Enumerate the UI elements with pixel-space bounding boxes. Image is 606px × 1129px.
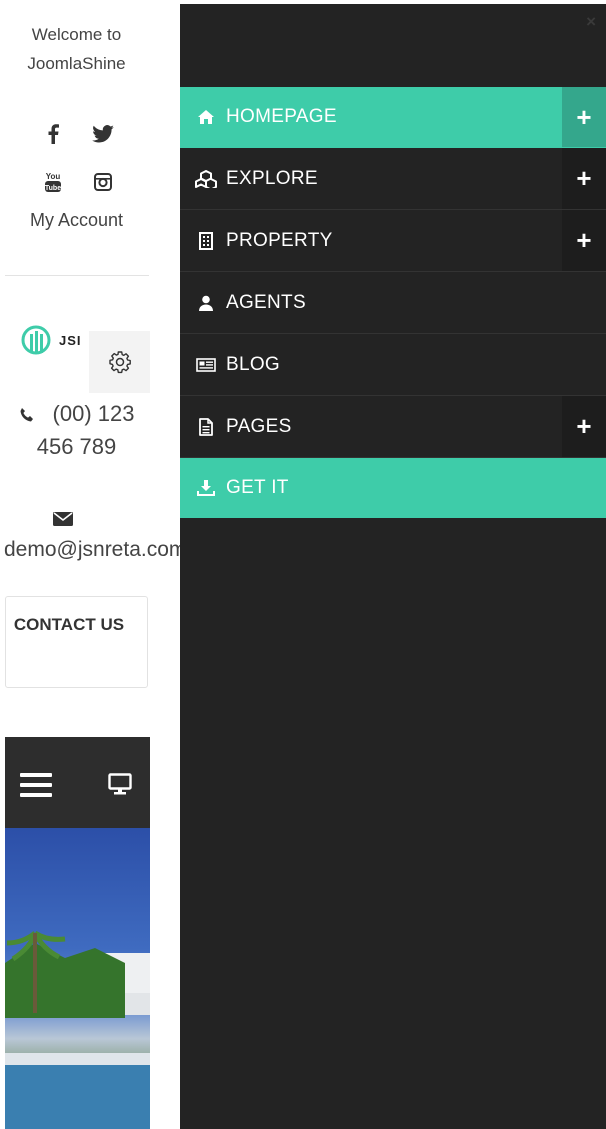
menu-item-explore[interactable]: EXPLORE +: [180, 148, 606, 210]
cubes-icon: [195, 169, 217, 188]
menu-item-label: AGENTS: [226, 291, 306, 313]
menu-item-homepage[interactable]: HOMEPAGE +: [180, 87, 606, 148]
page-left-column: Welcome to JoomlaShine You Tube My Accou…: [0, 0, 180, 1129]
menu-item-agents[interactable]: AGENTS: [180, 272, 606, 334]
newspaper-icon: [195, 357, 217, 372]
menu-item-label: BLOG: [226, 353, 280, 375]
expand-plus-icon[interactable]: +: [562, 210, 606, 271]
menu-item-label: HOMEPAGE: [226, 106, 337, 127]
my-account-link[interactable]: My Account: [4, 206, 149, 234]
menu-item-label: PAGES: [226, 415, 292, 437]
contact-us-label: CONTACT US: [13, 615, 125, 634]
contact-us-button[interactable]: CONTACT US: [5, 596, 148, 688]
menu-item-pages[interactable]: PAGES +: [180, 396, 606, 458]
facebook-icon[interactable]: [39, 120, 67, 148]
home-icon: [195, 110, 217, 124]
file-icon: [195, 417, 217, 436]
expand-plus-icon[interactable]: +: [562, 396, 606, 457]
settings-button[interactable]: [89, 331, 150, 393]
logo-mark-icon: [21, 325, 51, 355]
offcanvas-menu: × HOMEPAGE + EXPLORE + PROPERTY + AGENTS…: [180, 4, 606, 1129]
social-row-2: You Tube: [28, 168, 128, 196]
menu-item-label: PROPERTY: [226, 229, 333, 251]
download-icon: [195, 480, 217, 496]
logo-text: JSI: [59, 332, 82, 348]
twitter-icon[interactable]: [89, 120, 117, 148]
svg-text:You: You: [46, 172, 61, 181]
menu-item-blog[interactable]: BLOG: [180, 334, 606, 396]
site-logo[interactable]: JSI: [19, 323, 99, 357]
hero-image: [5, 828, 150, 1129]
youtube-icon[interactable]: You Tube: [39, 168, 67, 196]
expand-plus-icon[interactable]: +: [562, 87, 606, 147]
menu-item-get-it[interactable]: GET IT: [180, 458, 606, 518]
menu-item-label: EXPLORE: [226, 167, 318, 189]
gear-icon: [108, 351, 131, 374]
close-icon[interactable]: ×: [586, 12, 596, 32]
envelope-icon: [53, 511, 73, 532]
social-row-1: [28, 120, 128, 148]
mobile-navbar: [5, 737, 150, 828]
expand-plus-icon[interactable]: +: [562, 148, 606, 209]
email-link[interactable]: demo@jsnreta.com: [4, 535, 180, 565]
divider: [5, 275, 149, 276]
phone-number: (00) 123 456 789: [4, 398, 149, 462]
hamburger-menu-icon[interactable]: [20, 773, 52, 799]
svg-text:Tube: Tube: [45, 185, 61, 192]
offcanvas-menu-list: HOMEPAGE + EXPLORE + PROPERTY + AGENTS B…: [180, 87, 606, 518]
menu-item-label: GET IT: [226, 477, 289, 498]
instagram-icon[interactable]: [89, 168, 117, 196]
welcome-text: Welcome to JoomlaShine: [27, 25, 126, 73]
menu-item-property[interactable]: PROPERTY +: [180, 210, 606, 272]
phone-text: (00) 123 456 789: [36, 401, 135, 459]
phone-icon: [19, 400, 35, 431]
user-icon: [195, 295, 217, 311]
building-icon: [195, 231, 217, 250]
desktop-monitor-icon[interactable]: [108, 773, 132, 800]
